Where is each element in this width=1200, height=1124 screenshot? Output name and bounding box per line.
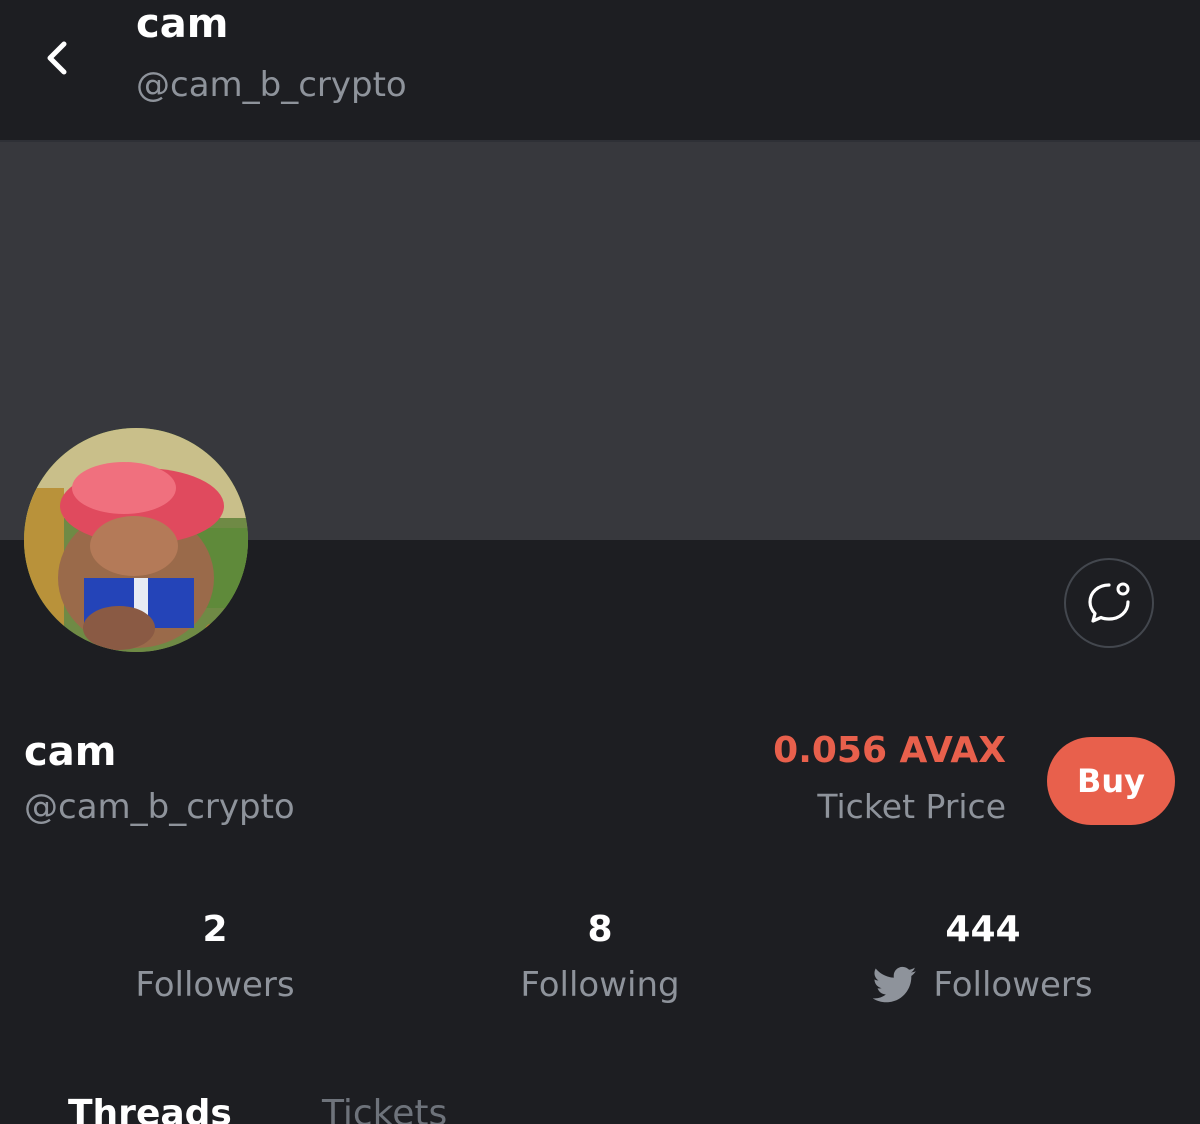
twitter-bird-icon: [873, 966, 917, 1003]
ticket-price-label: Ticket Price: [817, 787, 1006, 826]
tab-threads[interactable]: Threads: [68, 1090, 232, 1124]
chat-button[interactable]: [1064, 558, 1154, 648]
following-label: Following: [520, 965, 680, 1005]
top-bar: cam @cam_b_crypto: [0, 0, 1200, 142]
chevron-left-icon: [47, 41, 67, 75]
twitter-followers-count: 444: [945, 909, 1021, 950]
avatar[interactable]: [24, 428, 248, 652]
back-button[interactable]: [34, 34, 82, 82]
twitter-followers-label: Followers: [933, 965, 1093, 1005]
profile-handle: @cam_b_crypto: [24, 787, 295, 827]
header-title: cam: [136, 1, 229, 47]
header-handle: @cam_b_crypto: [136, 65, 407, 105]
avatar-image: [24, 428, 248, 652]
stat-followers[interactable]: 2 Followers: [25, 906, 405, 1008]
profile-page: cam @cam_b_crypto cam @cam_b_crypto 0.05…: [0, 0, 1200, 1124]
ticket-price-value: 0.056 AVAX: [773, 730, 1006, 771]
following-count: 8: [587, 909, 613, 950]
chat-bubble-icon: [1088, 582, 1130, 623]
tab-tickets[interactable]: Tickets: [322, 1090, 447, 1124]
profile-name: cam: [24, 729, 117, 775]
stat-following[interactable]: 8 Following: [410, 906, 790, 1008]
followers-label: Followers: [135, 965, 295, 1005]
buy-button[interactable]: Buy: [1047, 737, 1175, 825]
stat-twitter-followers[interactable]: 444 Followers: [793, 906, 1173, 1008]
followers-count: 2: [202, 909, 228, 950]
